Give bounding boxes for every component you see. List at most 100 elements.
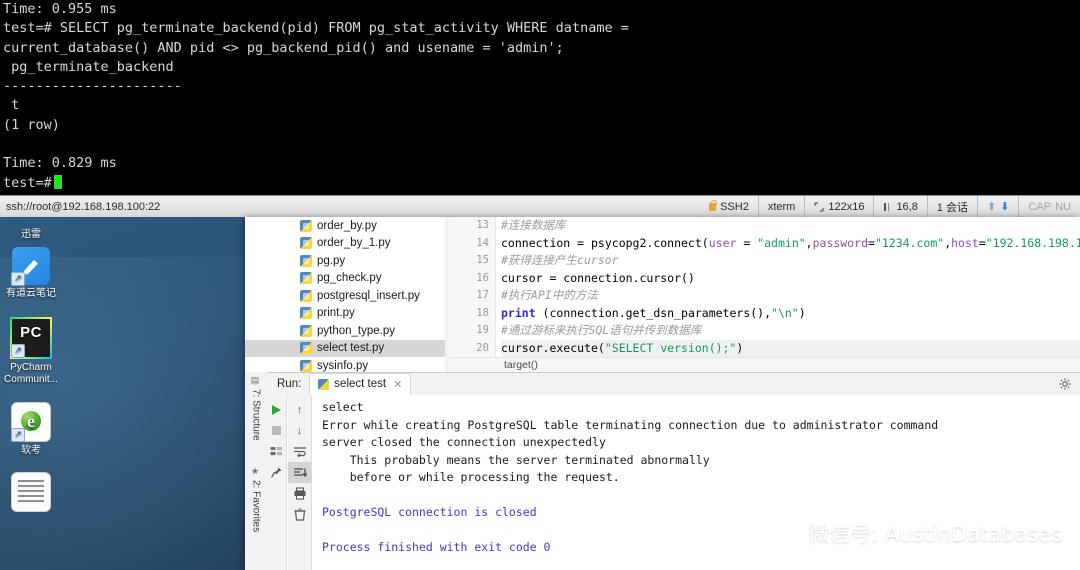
- terminal-prompt-line: test=#: [0, 174, 1080, 193]
- run-console-output[interactable]: select Error while creating PostgreSQL t…: [313, 395, 1080, 570]
- status-transfer-indicators: ⬆ ⬇: [977, 196, 1018, 218]
- desktop-icon-document[interactable]: [0, 472, 62, 515]
- terminal-prompt: test=#: [3, 174, 52, 191]
- scroll-to-end-icon[interactable]: [288, 462, 311, 483]
- terminal-line: test=# SELECT pg_terminate_backend(pid) …: [3, 20, 629, 37]
- status-emulation: xterm: [757, 196, 805, 218]
- securecrt-terminal[interactable]: Time: 0.955 ms test=# SELECT pg_terminat…: [0, 0, 1080, 195]
- soft-wrap-icon[interactable]: [288, 441, 311, 462]
- python-file-icon: [300, 219, 312, 232]
- status-sessions: 1 会话: [926, 196, 977, 218]
- python-file-icon: [300, 307, 312, 320]
- tree-file-row-selected[interactable]: select test.py: [245, 339, 445, 357]
- print-icon[interactable]: [288, 483, 311, 504]
- code-line: cursor = connection.cursor(): [501, 270, 695, 285]
- line-number: 19: [476, 324, 489, 336]
- terminal-line: ----------------------: [3, 78, 182, 95]
- terminal-cursor: [53, 174, 62, 189]
- console-line: Process finished with exit code 0: [322, 540, 551, 554]
- tree-file-row[interactable]: pg.py: [245, 252, 445, 270]
- run-tool-window: Run: select test ✕ ↑ ↓ select Error whil…: [267, 372, 1080, 570]
- python-file-icon: [300, 254, 312, 267]
- pycharm-badge-label: PC: [20, 324, 42, 341]
- desktop-icon-ruankao[interactable]: ↗ 软考: [0, 402, 62, 457]
- status-protocol: SSH2: [700, 196, 758, 218]
- editor-code-area[interactable]: #连接数据库 connection = psycopg2.connect(use…: [501, 217, 1080, 357]
- scroll-up-icon[interactable]: ↑: [288, 399, 311, 420]
- num-label: NU: [1055, 201, 1071, 213]
- tree-file-row[interactable]: print.py: [245, 305, 445, 323]
- python-file-icon: [300, 272, 312, 285]
- sidebar-item-label: 7: Structure: [250, 389, 262, 441]
- terminal-line: (1 row): [3, 116, 60, 133]
- desktop-icon-label: 迅雷: [21, 229, 41, 240]
- console-line: before or while processing the request.: [322, 470, 620, 484]
- line-number: 15: [476, 254, 489, 266]
- tool-window-strip: ▤ 7: Structure ★ 2: Favorites: [245, 372, 268, 570]
- tree-file-label: select test.py: [317, 342, 385, 355]
- terminal-line: pg_terminate_backend: [3, 58, 174, 75]
- console-line: server closed the connection unexpectedl…: [322, 435, 606, 449]
- terminal-line: current_database() AND pid <> pg_backend…: [3, 39, 564, 56]
- terminal-line: t: [3, 97, 20, 114]
- tree-file-label: python_type.py: [317, 324, 396, 337]
- sidebar-item-favorites[interactable]: ★ 2: Favorites: [245, 467, 267, 545]
- gear-icon[interactable]: [1058, 377, 1072, 391]
- code-line: #连接数据库: [501, 218, 566, 232]
- desktop-icon-pycharm[interactable]: PC ↗ PyCharm Communit...: [0, 317, 62, 386]
- securecrt-status-bar: ssh://root@192.168.198.100:22 SSH2 xterm…: [0, 195, 1080, 219]
- tree-file-row[interactable]: postgresql_insert.py: [245, 287, 445, 305]
- python-file-icon: [300, 237, 312, 250]
- arrow-down-icon: ⬇: [1000, 200, 1010, 213]
- tree-file-row[interactable]: order_by_1.py: [245, 235, 445, 253]
- lock-icon: [709, 199, 717, 211]
- run-tab-select-test[interactable]: select test ✕: [309, 372, 412, 396]
- run-icon[interactable]: [267, 399, 286, 420]
- python-file-icon: [300, 289, 312, 302]
- tree-file-label: print.py: [317, 307, 355, 320]
- tree-file-label: sysinfo.py: [317, 359, 369, 372]
- stop-icon[interactable]: [267, 420, 286, 441]
- emulation-label: xterm: [767, 201, 796, 213]
- tree-file-label: postgresql_insert.py: [317, 289, 420, 302]
- structure-icon: ▤: [251, 376, 261, 386]
- youdao-icon: ↗: [11, 247, 50, 286]
- pycharm-icon: PC ↗: [10, 317, 52, 359]
- tree-file-row[interactable]: order_by.py: [245, 217, 445, 235]
- pin-icon[interactable]: [267, 462, 286, 483]
- clear-all-icon[interactable]: [288, 504, 311, 525]
- shortcut-arrow-icon: ↗: [11, 428, 25, 442]
- shortcut-arrow-icon: ↗: [11, 344, 25, 358]
- status-caps: CAP NU: [1018, 196, 1080, 218]
- run-header: Run: select test ✕: [267, 372, 1080, 396]
- protocol-label: SSH2: [720, 201, 749, 213]
- code-line-highlighted: cursor.execute("SELECT version();"): [501, 339, 1080, 357]
- sidebar-item-structure[interactable]: ▤ 7: Structure: [245, 376, 267, 450]
- project-tool-window[interactable]: order_by.py order_by_1.py pg.py pg_check…: [245, 217, 446, 372]
- code-line-text: connection = psycopg2.connect(user = "ad…: [501, 235, 1080, 250]
- tree-file-row[interactable]: python_type.py: [245, 322, 445, 340]
- paper-icon: [11, 472, 51, 512]
- line-number: 20: [476, 341, 489, 354]
- desktop-icon-youdao[interactable]: ↗ 有道云笔记: [0, 247, 62, 300]
- line-number: 13: [476, 219, 489, 231]
- run-label: Run:: [277, 378, 302, 390]
- scroll-down-icon[interactable]: ↓: [288, 420, 311, 441]
- editor-breadcrumb[interactable]: target(): [449, 357, 1080, 372]
- console-line: This probably means the server terminate…: [322, 452, 710, 467]
- close-icon[interactable]: ✕: [393, 378, 402, 391]
- console-line: PostgreSQL connection is closed: [322, 505, 537, 519]
- console-line: select: [322, 400, 364, 414]
- tree-file-row[interactable]: pg_check.py: [245, 270, 445, 288]
- code-editor[interactable]: 13 14 15 16 17 18 19 20 #连接数据库 connectio…: [449, 217, 1080, 372]
- code-line: connection = psycopg2.connect(user = "ad…: [501, 235, 1080, 253]
- desktop-icon-label: PyCharm Communit...: [4, 362, 58, 385]
- desktop-icon-xunlei[interactable]: 迅雷: [0, 217, 62, 241]
- star-icon: ★: [251, 467, 261, 477]
- rerun-failed-icon[interactable]: [267, 441, 286, 462]
- tree-file-row[interactable]: sysinfo.py: [245, 357, 445, 372]
- tree-file-label: pg_check.py: [317, 272, 382, 285]
